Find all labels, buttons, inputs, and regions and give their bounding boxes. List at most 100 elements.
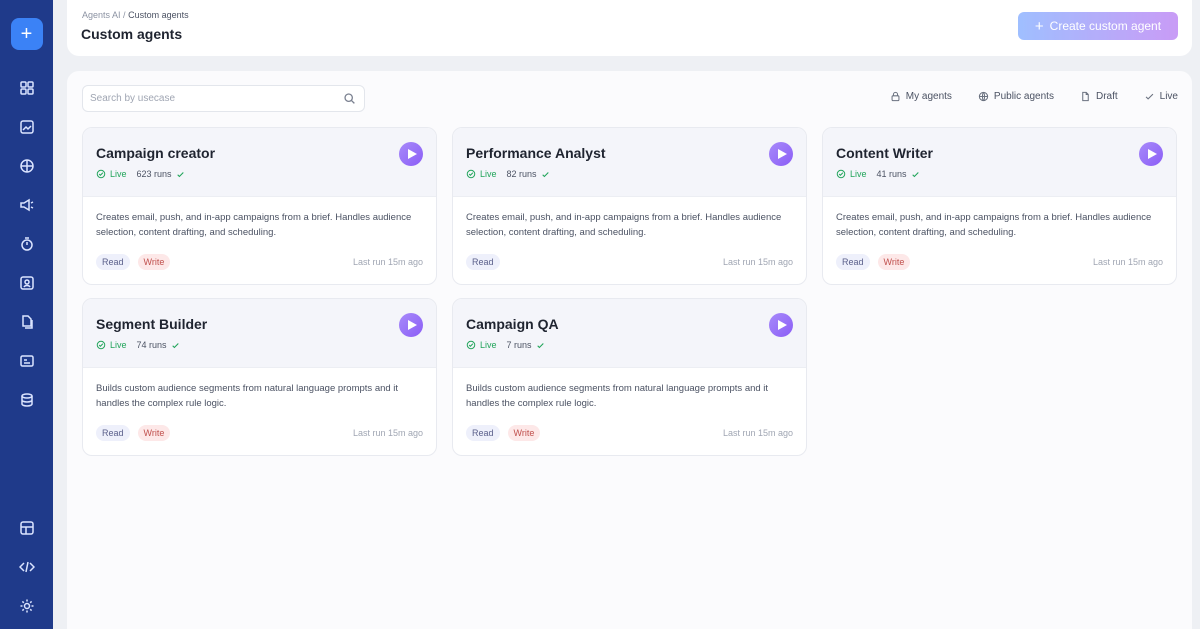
user-frame-icon[interactable] [9,263,45,302]
globe-icon[interactable] [9,146,45,185]
tag-write: Write [137,425,171,441]
live-status-icon [466,169,476,179]
agent-status: Live 41 runs [836,169,920,179]
status-label: Live [480,340,497,350]
run-agent-button[interactable] [1139,142,1163,166]
agent-card[interactable]: Campaign QA Live 7 runs Builds custom au… [452,298,807,456]
filter-label: Live [1159,91,1178,102]
breadcrumb-parent[interactable]: Agents AI [82,10,121,20]
run-count: 41 runs [876,169,907,179]
agent-name: Content Writer [836,145,933,161]
filter-bar: My agents Public agents Draft Live [890,91,1178,102]
agent-card[interactable]: Segment Builder Live 74 runs Builds cust… [82,298,437,456]
lock-icon [891,91,900,102]
status-label: Live [480,169,497,179]
code-icon[interactable] [9,547,45,586]
play-icon [408,320,417,330]
filter-my-agents[interactable]: My agents [890,91,952,102]
agent-tags: Read Write [96,425,171,441]
run-agent-button[interactable] [399,313,423,337]
timer-icon[interactable] [9,224,45,263]
agent-status: Live 82 runs [466,169,550,179]
check-icon [911,171,919,177]
check-icon [176,171,184,177]
database-icon[interactable] [9,380,45,419]
run-count: 7 runs [506,340,532,350]
tag-read: Read [466,425,500,441]
run-count: 82 runs [506,169,537,179]
live-status-icon [96,340,106,350]
agent-tags: Read Write [96,254,171,270]
create-custom-agent-label: Create custom agent [1049,19,1162,33]
agent-name: Segment Builder [96,316,208,332]
new-item-button[interactable]: + [10,18,43,50]
last-run: Last run 15m ago [722,257,793,267]
agent-description: Builds custom audience segments from nat… [96,383,399,409]
agent-name: Performance Analyst [466,145,606,161]
agent-card-header: Content Writer Live 41 runs [823,128,1176,197]
run-count: 74 runs [136,340,167,350]
agent-card[interactable]: Performance Analyst Live 82 runs Creates… [452,127,807,285]
breadcrumb-current: Custom agents [128,10,189,20]
agent-tags: Read Write [466,425,541,441]
id-card-icon[interactable] [9,341,45,380]
play-icon [778,320,787,330]
breadcrumb: Agents AI / Custom agents [82,10,189,20]
agent-tags: Read Write [836,254,911,270]
run-agent-button[interactable] [769,313,793,337]
agents-panel: My agents Public agents Draft Live Campa… [67,71,1192,629]
check-icon [1145,93,1153,100]
live-status-icon [466,340,476,350]
agent-status: Live 74 runs [96,340,180,350]
status-label: Live [850,169,867,179]
last-run: Last run 15m ago [352,257,423,267]
run-agent-button[interactable] [769,142,793,166]
plus-icon: + [1034,17,1044,35]
agent-description: Builds custom audience segments from nat… [466,383,769,409]
live-status-icon [96,169,106,179]
dashboard-icon[interactable] [9,68,45,107]
filter-public-agents[interactable]: Public agents [978,91,1054,102]
agent-tags: Read [466,254,500,270]
page-title: Custom agents [81,26,183,42]
breadcrumb-separator: / [123,10,126,20]
sidebar-nav [9,68,45,419]
agent-status: Live 7 runs [466,340,545,350]
agent-card-header: Segment Builder Live 74 runs [83,299,436,368]
filter-live[interactable]: Live [1144,91,1178,102]
last-run: Last run 15m ago [722,428,793,438]
live-status-icon [836,169,846,179]
files-icon[interactable] [9,302,45,341]
document-icon [1082,91,1089,102]
search-input[interactable] [90,86,330,111]
filter-label: My agents [905,91,952,102]
run-count: 623 runs [136,169,172,179]
agent-status: Live 623 runs [96,169,185,179]
check-icon [171,342,179,348]
play-icon [1148,149,1157,159]
tag-write: Write [137,254,171,270]
run-agent-button[interactable] [399,142,423,166]
sidebar: + [0,0,53,629]
status-label: Live [110,169,127,179]
filter-label: Draft [1095,91,1118,102]
last-run: Last run 15m ago [1092,257,1163,267]
sidebar-bottom-nav [0,508,53,625]
agent-card[interactable]: Campaign creator Live 623 runs Creates e… [82,127,437,285]
tag-read: Read [466,254,500,270]
globe-icon [978,91,989,102]
image-icon[interactable] [9,107,45,146]
agent-description: Creates email, push, and in-app campaign… [96,212,412,238]
check-icon [541,171,549,177]
search-icon[interactable] [343,92,356,105]
agent-description: Creates email, push, and in-app campaign… [466,212,782,238]
agent-card[interactable]: Content Writer Live 41 runs Creates emai… [822,127,1177,285]
play-icon [778,149,787,159]
agent-name: Campaign QA [466,316,559,332]
settings-icon[interactable] [9,586,45,625]
filter-draft[interactable]: Draft [1080,91,1118,102]
create-custom-agent-button[interactable]: + Create custom agent [1018,12,1178,40]
megaphone-icon[interactable] [9,185,45,224]
layout-icon[interactable] [9,508,45,547]
check-icon [536,342,544,348]
